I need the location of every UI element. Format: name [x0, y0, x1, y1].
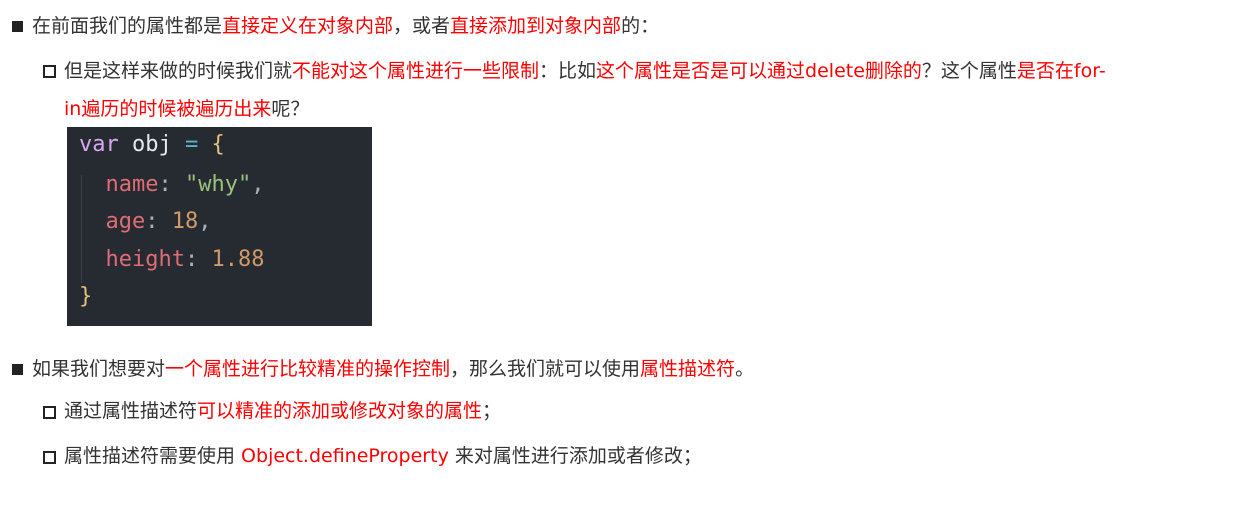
- paragraph-own-properties: 在前面我们的属性都是直接定义在对象内部，或者直接添加到对象内部的：: [32, 13, 659, 39]
- bullet-square-hollow-icon: [43, 406, 56, 419]
- text-segment: ；: [482, 400, 502, 422]
- text-segment: 来对属性进行添加或者修改；: [448, 445, 702, 467]
- paragraph-descriptor-purpose: 通过属性描述符可以精准的添加或修改对象的属性；: [64, 398, 501, 424]
- text-segment: 。: [735, 358, 755, 380]
- text-segment: 可以精准的添加或修改对象的属性: [197, 400, 483, 422]
- code-number: 18: [171, 209, 199, 234]
- paragraph-limitation-line-1: 但是这样来做的时候我们就不能对这个属性进行一些限制：比如这个属性是否是可以通过d…: [64, 58, 1106, 84]
- bullet-square-hollow-icon: [43, 451, 56, 464]
- text-segment: 一个属性进行比较精准的操作控制: [165, 358, 451, 380]
- code-number: 1.88: [211, 247, 265, 272]
- paragraph-property-descriptor: 如果我们想要对一个属性进行比较精准的操作控制，那么我们就可以使用属性描述符。: [32, 356, 754, 382]
- text-segment: in遍历的时候被遍历出来: [64, 98, 272, 120]
- text-segment: Object.defineProperty: [241, 445, 449, 467]
- code-line-2: name: "why",: [79, 170, 265, 200]
- text-segment: 直接添加到对象内部: [450, 15, 622, 37]
- text-segment: 呢？: [271, 98, 310, 120]
- code-colon: :: [184, 247, 199, 272]
- code-brace: }: [79, 284, 93, 309]
- code-keyword: var: [79, 132, 119, 157]
- text-segment: 不能对这个属性进行一些限制: [292, 60, 540, 82]
- text-segment: ：比如: [539, 60, 597, 82]
- code-string: "why": [184, 172, 252, 197]
- code-property: name: [105, 172, 159, 197]
- paragraph-limitation-line-2: in遍历的时候被遍历出来呢？: [64, 96, 309, 122]
- text-segment: 这个属性是否是可以通过delete删除的: [596, 60, 922, 82]
- text-segment: 属性描述符: [640, 358, 736, 380]
- code-variable: obj: [132, 132, 172, 157]
- text-segment: 在前面我们的属性都是: [32, 15, 223, 37]
- code-comma: ,: [251, 172, 265, 197]
- text-segment: 通过属性描述符: [64, 400, 198, 422]
- text-segment: 属性描述符需要使用: [64, 445, 242, 467]
- code-block: var obj = { name: "why", age: 18, height…: [67, 127, 372, 326]
- text-segment: ，或者: [393, 15, 451, 37]
- text-segment: 如果我们想要对: [32, 358, 166, 380]
- code-colon: :: [145, 209, 159, 234]
- paragraph-define-property: 属性描述符需要使用 Object.defineProperty 来对属性进行添加…: [64, 443, 702, 469]
- code-line-3: age: 18,: [79, 207, 212, 237]
- code-line-5: }: [79, 282, 92, 312]
- text-segment: 是否在for-: [1016, 60, 1106, 82]
- text-segment: 的：: [621, 15, 660, 37]
- text-segment: 直接定义在对象内部: [222, 15, 394, 37]
- code-property: height: [105, 247, 185, 272]
- code-comma: ,: [198, 209, 212, 234]
- text-segment: 但是这样来做的时候我们就: [64, 60, 293, 82]
- code-line-4: height: 1.88: [79, 245, 265, 275]
- code-line-1: var obj = {: [79, 130, 225, 160]
- code-colon: :: [158, 172, 172, 197]
- bullet-square-filled-icon: [12, 21, 23, 32]
- bullet-square-hollow-icon: [43, 65, 56, 78]
- text-segment: ？这个属性: [921, 60, 1017, 82]
- code-property: age: [105, 209, 146, 234]
- bullet-square-filled-icon: [12, 364, 23, 375]
- code-brace: {: [211, 132, 225, 157]
- text-segment: ，那么我们就可以使用: [450, 358, 641, 380]
- code-operator: =: [185, 132, 199, 157]
